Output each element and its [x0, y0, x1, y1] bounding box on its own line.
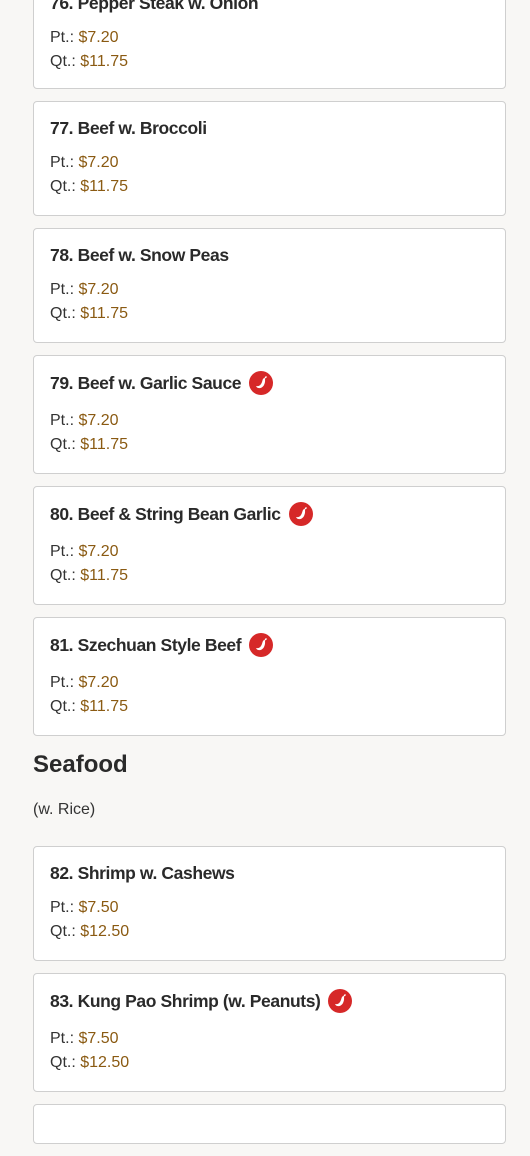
- pint-price: Pt.: $7.50: [50, 896, 129, 920]
- quart-label: Qt.:: [50, 1054, 76, 1071]
- menu-item-name: 83. Kung Pao Shrimp (w. Peanuts): [50, 990, 321, 1011]
- pint-price: Pt.: $7.20: [50, 671, 128, 695]
- pint-price: Pt.: $7.50: [50, 1027, 129, 1051]
- chili-pepper-icon: [288, 502, 313, 526]
- menu-item-title: 78. Beef w. Snow Peas: [50, 245, 229, 266]
- pint-label: Pt.:: [50, 674, 75, 691]
- pint-label: Pt.:: [50, 412, 75, 429]
- pint-label: Pt.:: [50, 543, 75, 560]
- menu-item-title: 82. Shrimp w. Cashews: [50, 863, 235, 884]
- quart-price-value: $11.75: [80, 436, 128, 453]
- pint-label: Pt.:: [50, 1030, 75, 1047]
- pint-price: Pt.: $7.20: [50, 278, 128, 302]
- menu-item-name: 79. Beef w. Garlic Sauce: [50, 372, 242, 393]
- quart-price: Qt.: $12.50: [50, 920, 129, 944]
- pint-price-value: $7.50: [78, 899, 119, 916]
- quart-label: Qt.:: [50, 305, 76, 322]
- section-note: (w. Rice): [33, 801, 96, 818]
- menu-item-card[interactable]: 82. Shrimp w. Cashews Pt.: $7.50 Qt.: $1…: [33, 846, 506, 961]
- quart-price-value: $11.75: [80, 178, 128, 195]
- pint-label: Pt.:: [50, 281, 75, 298]
- menu-item-title: 83. Kung Pao Shrimp (w. Peanuts): [50, 989, 353, 1013]
- menu-item-card[interactable]: 83. Kung Pao Shrimp (w. Peanuts) Pt.: $7…: [33, 973, 506, 1092]
- quart-price: Qt.: $11.75: [50, 50, 128, 74]
- quart-price-value: $12.50: [80, 1054, 130, 1071]
- pint-price: Pt.: $7.20: [50, 409, 128, 433]
- pint-label: Pt.:: [50, 154, 75, 171]
- pint-price: Pt.: $7.20: [50, 540, 128, 564]
- pint-price-value: $7.20: [78, 29, 119, 46]
- menu-item-card[interactable]: 79. Beef w. Garlic Sauce Pt.: $7.20 Qt.:…: [33, 355, 506, 474]
- quart-price-value: $12.50: [80, 923, 130, 940]
- chili-pepper-icon: [328, 989, 353, 1013]
- menu-item-name: 82. Shrimp w. Cashews: [50, 863, 235, 883]
- quart-price-value: $11.75: [80, 305, 128, 322]
- menu-item-card[interactable]: 78. Beef w. Snow Peas Pt.: $7.20 Qt.: $1…: [33, 228, 506, 343]
- menu-item-title: 80. Beef & String Bean Garlic: [50, 502, 313, 526]
- quart-price: Qt.: $11.75: [50, 433, 128, 457]
- quart-price: Qt.: $12.50: [50, 1051, 129, 1075]
- menu-item-card[interactable]: 76. Pepper Steak w. Onion Pt.: $7.20 Qt.…: [33, 0, 506, 89]
- quart-label: Qt.:: [50, 567, 76, 584]
- pint-label: Pt.:: [50, 899, 75, 916]
- menu-list: 76. Pepper Steak w. Onion Pt.: $7.20 Qt.…: [33, 0, 506, 1156]
- menu-item-name: 78. Beef w. Snow Peas: [50, 245, 229, 265]
- quart-price-value: $11.75: [80, 567, 128, 584]
- menu-item-title: 79. Beef w. Garlic Sauce: [50, 371, 274, 395]
- menu-item-card[interactable]: 81. Szechuan Style Beef Pt.: $7.20 Qt.: …: [33, 617, 506, 736]
- menu-item-card[interactable]: [33, 1104, 506, 1144]
- section-title-seafood: Seafood: [33, 751, 128, 778]
- menu-item-name: 77. Beef w. Broccoli: [50, 118, 207, 138]
- quart-price: Qt.: $11.75: [50, 564, 128, 588]
- pint-price-value: $7.50: [78, 1030, 119, 1047]
- quart-price: Qt.: $11.75: [50, 175, 128, 199]
- pint-label: Pt.:: [50, 29, 75, 46]
- menu-item-name: 80. Beef & String Bean Garlic: [50, 503, 281, 524]
- menu-item-name: 76. Pepper Steak w. Onion: [50, 0, 259, 13]
- menu-item-title: 81. Szechuan Style Beef: [50, 633, 274, 657]
- quart-label: Qt.:: [50, 436, 76, 453]
- menu-item-title: 76. Pepper Steak w. Onion: [50, 0, 259, 14]
- pint-price-value: $7.20: [78, 281, 119, 298]
- quart-label: Qt.:: [50, 53, 76, 70]
- quart-price-value: $11.75: [80, 698, 128, 715]
- quart-price: Qt.: $11.75: [50, 695, 128, 719]
- menu-item-title: 77. Beef w. Broccoli: [50, 118, 207, 139]
- quart-label: Qt.:: [50, 923, 76, 940]
- pint-price-value: $7.20: [78, 674, 119, 691]
- chili-pepper-icon: [249, 371, 274, 395]
- pint-price-value: $7.20: [78, 154, 119, 171]
- chili-pepper-icon: [249, 633, 274, 657]
- menu-item-name: 81. Szechuan Style Beef: [50, 634, 242, 655]
- quart-price-value: $11.75: [80, 53, 128, 70]
- quart-label: Qt.:: [50, 178, 76, 195]
- quart-label: Qt.:: [50, 698, 76, 715]
- menu-item-card[interactable]: 80. Beef & String Bean Garlic Pt.: $7.20…: [33, 486, 506, 605]
- pint-price: Pt.: $7.20: [50, 26, 128, 50]
- menu-item-card[interactable]: 77. Beef w. Broccoli Pt.: $7.20 Qt.: $11…: [33, 101, 506, 216]
- quart-price: Qt.: $11.75: [50, 302, 128, 326]
- pint-price-value: $7.20: [78, 543, 119, 560]
- pint-price-value: $7.20: [78, 412, 119, 429]
- pint-price: Pt.: $7.20: [50, 151, 128, 175]
